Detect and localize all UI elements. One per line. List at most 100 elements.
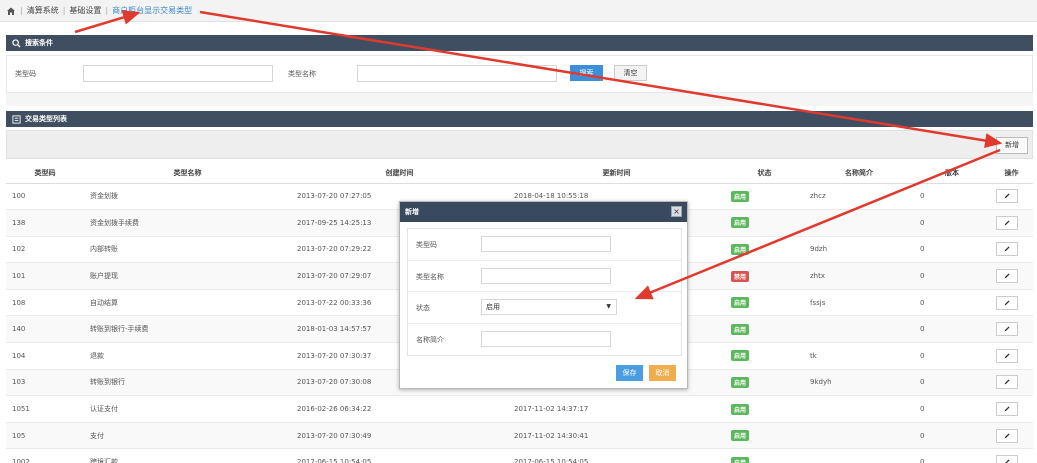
column-header-brief[interactable]: 名称简介 <box>804 163 914 184</box>
cell-name: 资金划拨手续费 <box>84 209 291 237</box>
status-badge: 启用 <box>731 430 750 442</box>
pencil-icon <box>1004 406 1010 412</box>
status-badge: 启用 <box>731 403 750 415</box>
edit-button[interactable] <box>996 348 1018 363</box>
cell-code: 105 <box>6 421 84 449</box>
breadcrumb-item-current: 商户柜台显示交易类型 <box>112 6 193 15</box>
pencil-icon <box>1004 353 1010 359</box>
cancel-button[interactable]: 取消 <box>649 365 676 381</box>
cell-action <box>990 342 1033 370</box>
edit-button[interactable] <box>996 428 1018 443</box>
cell-action <box>990 182 1033 210</box>
breadcrumb: | 清算系统 | 基础设置 | 商户柜台显示交易类型 <box>0 0 1037 22</box>
cell-action <box>990 209 1033 237</box>
cell-code: 101 <box>6 262 84 290</box>
cell-code: 140 <box>6 315 84 343</box>
edit-button[interactable] <box>996 215 1018 230</box>
cell-version: 0 <box>914 421 990 449</box>
dialog-type-code-label: 类型码 <box>416 241 437 249</box>
list-panel-title: 交易类型列表 <box>25 115 67 123</box>
search-icon <box>12 38 21 48</box>
form-row-brief: 名称简介 <box>408 324 681 356</box>
cell-version: 0 <box>914 448 990 463</box>
status-select[interactable]: 启用 ▼ <box>481 299 617 315</box>
search-button[interactable]: 搜索 <box>570 65 603 81</box>
close-icon[interactable]: × <box>671 206 682 217</box>
breadcrumb-item-settings[interactable]: 基础设置 <box>69 5 101 16</box>
cell-status: 启用 <box>725 235 804 263</box>
cell-brief <box>804 315 914 343</box>
add-button[interactable]: 新增 <box>996 137 1028 154</box>
column-header-name[interactable]: 类型名称 <box>84 163 291 184</box>
column-header-updated[interactable]: 更新时间 <box>508 163 725 184</box>
cell-code: 100 <box>6 182 84 210</box>
cell-version: 0 <box>914 342 990 370</box>
cell-name: 资金划拨 <box>84 182 291 210</box>
column-header-version[interactable]: 版本 <box>914 163 990 184</box>
cell-status: 启用 <box>725 448 804 463</box>
edit-button[interactable] <box>996 189 1018 204</box>
home-icon[interactable] <box>6 6 16 16</box>
edit-button[interactable] <box>996 455 1018 463</box>
edit-button[interactable] <box>996 402 1018 417</box>
pencil-icon <box>1004 246 1010 252</box>
pencil-icon <box>1004 193 1010 199</box>
save-button[interactable]: 保存 <box>616 365 643 381</box>
pencil-icon <box>1004 220 1010 226</box>
cell-action <box>990 235 1033 263</box>
clear-button[interactable]: 清空 <box>614 65 647 81</box>
cell-code: 102 <box>6 235 84 263</box>
table-row[interactable]: 1051 认证支付 2016-02-26 06:34:22 2017-11-02 14… <box>6 395 1033 423</box>
search-form: 类型码 类型名称 搜索 清空 <box>6 55 1033 93</box>
cell-action <box>990 368 1033 396</box>
form-row-status: 状态 启用 ▼ <box>408 292 681 324</box>
column-header-action: 操作 <box>990 163 1033 184</box>
cell-status: 启用 <box>725 421 804 449</box>
table-header-row: 类型码 类型名称 创建时间 更新时间 状态 名称简介 版本 操作 <box>6 163 1033 184</box>
cell-name: 支付 <box>84 421 291 449</box>
form-row-type-name: 类型名称 <box>408 261 681 292</box>
status-badge: 禁用 <box>731 270 750 282</box>
table-row[interactable]: 1002 跨境汇款 2017-06-15 10:54:05 2017-06-15 10… <box>6 448 1033 463</box>
cell-status: 启用 <box>725 182 804 210</box>
pencil-icon <box>1004 379 1010 385</box>
column-header-created[interactable]: 创建时间 <box>291 163 508 184</box>
pencil-icon <box>1004 273 1010 279</box>
dialog-type-code-input[interactable] <box>481 236 611 252</box>
cell-version: 0 <box>914 209 990 237</box>
status-badge: 启用 <box>731 217 750 229</box>
type-name-label: 类型名称 <box>288 70 316 78</box>
edit-button[interactable] <box>996 295 1018 310</box>
column-header-code[interactable]: 类型码 <box>6 163 84 184</box>
type-code-input[interactable] <box>83 65 273 82</box>
pencil-icon <box>1004 326 1010 332</box>
edit-button[interactable] <box>996 242 1018 257</box>
cell-version: 0 <box>914 315 990 343</box>
cell-version: 0 <box>914 288 990 316</box>
cell-version: 0 <box>914 182 990 210</box>
edit-button[interactable] <box>996 269 1018 284</box>
column-header-status[interactable]: 状态 <box>725 163 804 184</box>
cell-brief <box>804 209 914 237</box>
edit-button[interactable] <box>996 322 1018 337</box>
cell-name: 内部转账 <box>84 235 291 263</box>
cell-action <box>990 288 1033 316</box>
cell-updated: 2017-11-02 14:37:17 <box>508 395 725 423</box>
dialog-brief-input[interactable] <box>481 330 611 347</box>
dialog-form: 类型码 类型名称 状态 启用 ▼ 名称简介 <box>407 228 682 356</box>
status-badge: 启用 <box>731 243 750 255</box>
cell-code: 103 <box>6 368 84 396</box>
cell-action <box>990 448 1033 463</box>
dialog-type-name-input[interactable] <box>481 267 611 284</box>
cell-version: 0 <box>914 368 990 396</box>
breadcrumb-item-clearing[interactable]: 清算系统 <box>27 5 59 16</box>
list-panel-header: 交易类型列表 <box>6 111 1033 127</box>
table-row[interactable]: 105 支付 2013-07-20 07:30:49 2017-11-02 14:30… <box>6 421 1033 449</box>
cell-action <box>990 262 1033 290</box>
edit-button[interactable] <box>996 375 1018 390</box>
dialog-type-name-label: 类型名称 <box>416 272 444 281</box>
cell-action <box>990 395 1033 423</box>
type-name-input[interactable] <box>357 65 557 82</box>
cell-status: 启用 <box>725 395 804 423</box>
cell-version: 0 <box>914 262 990 290</box>
